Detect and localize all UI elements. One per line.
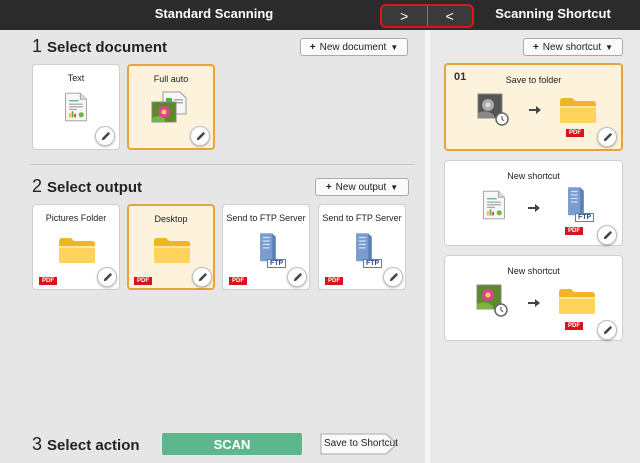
- shortcut-label: New shortcut: [507, 171, 560, 181]
- ftp-label: FTP: [363, 259, 383, 268]
- new-document-button[interactable]: + New document ▼: [300, 38, 408, 56]
- pdf-badge: PDF: [229, 277, 247, 285]
- arrow-right-icon: [527, 298, 541, 308]
- grayscale-photo-icon: [474, 91, 514, 127]
- edit-button[interactable]: [192, 267, 212, 287]
- new-shortcut-button[interactable]: + New shortcut ▼: [523, 38, 623, 56]
- edit-button[interactable]: [95, 126, 115, 146]
- card-label: Desktop: [154, 214, 188, 224]
- select-output-heading: 2 Select output: [32, 176, 142, 197]
- pencil-icon: [388, 272, 399, 283]
- plus-icon: +: [309, 41, 316, 53]
- select-action-heading: 3 Select action: [32, 434, 140, 455]
- folder-icon: [152, 235, 192, 265]
- app-header: Standard Scanning > < Scanning Shortcut: [0, 0, 640, 30]
- edit-button[interactable]: [287, 267, 307, 287]
- output-card-desktop[interactable]: Desktop PDF: [127, 204, 215, 290]
- new-output-label: New output: [335, 181, 387, 193]
- shortcut-card[interactable]: New shortcut PDF: [444, 255, 623, 341]
- scan-button[interactable]: SCAN: [162, 433, 302, 455]
- pencil-icon: [602, 132, 613, 143]
- folder-icon: [558, 95, 598, 125]
- edit-button[interactable]: [597, 320, 617, 340]
- save-to-shortcut-label: Save to Shortcut: [324, 438, 398, 449]
- save-to-shortcut-button[interactable]: Save to Shortcut: [320, 433, 398, 455]
- pdf-badge: PDF: [39, 277, 57, 285]
- step-number: 1: [32, 36, 43, 56]
- card-label: Text: [67, 73, 85, 83]
- panel-toggle-group: > <: [380, 4, 474, 28]
- output-card-pictures-folder[interactable]: Pictures Folder PDF: [32, 204, 120, 290]
- nav-prev-button[interactable]: <: [426, 6, 473, 26]
- document-icon: [63, 91, 89, 123]
- shortcut-label: New shortcut: [507, 266, 560, 276]
- plus-icon: +: [532, 41, 539, 53]
- folder-icon: [57, 235, 97, 265]
- new-output-button[interactable]: + New output ▼: [315, 178, 409, 196]
- card-label: Send to FTP Server: [226, 213, 306, 223]
- pencil-icon: [100, 131, 111, 142]
- arrow-right-icon: [527, 203, 541, 213]
- step-title: Select output: [47, 179, 143, 196]
- card-label: Send to FTP Server: [322, 213, 402, 223]
- pdf-badge: PDF: [565, 227, 583, 235]
- edit-button[interactable]: [383, 267, 403, 287]
- color-photo-icon: [473, 282, 513, 318]
- photo-document-icon: [149, 90, 189, 126]
- nav-next-button[interactable]: >: [382, 6, 427, 26]
- folder-icon: [557, 286, 597, 316]
- step-number: 2: [32, 176, 43, 196]
- document-card-text[interactable]: Text: [32, 64, 120, 150]
- plus-icon: +: [325, 181, 332, 193]
- edit-button[interactable]: [597, 225, 617, 245]
- shortcut-label: Save to folder: [505, 75, 562, 85]
- step-title: Select action: [47, 437, 140, 454]
- pdf-badge: PDF: [134, 277, 152, 285]
- card-label: Full auto: [153, 74, 189, 84]
- pencil-icon: [195, 131, 206, 142]
- step-number: 3: [32, 434, 43, 454]
- ftp-label: FTP: [267, 259, 287, 268]
- pencil-icon: [602, 325, 613, 336]
- output-card-ftp-server[interactable]: Send to FTP Server FTP PDF: [318, 204, 406, 290]
- pencil-icon: [602, 230, 613, 241]
- pencil-icon: [197, 272, 208, 283]
- document-icon: [481, 189, 507, 221]
- arrow-right-icon: [528, 105, 542, 115]
- section-divider: [30, 164, 415, 165]
- pdf-badge: PDF: [566, 129, 584, 137]
- pencil-icon: [102, 272, 113, 283]
- pdf-badge: PDF: [565, 322, 583, 330]
- pdf-badge: PDF: [325, 277, 343, 285]
- new-shortcut-label: New shortcut: [542, 41, 602, 53]
- edit-button[interactable]: [190, 126, 210, 146]
- document-card-full-auto[interactable]: Full auto: [127, 64, 215, 150]
- new-document-label: New document: [319, 41, 387, 53]
- scanning-shortcut-title: Scanning Shortcut: [495, 6, 611, 21]
- standard-scanning-title: Standard Scanning: [154, 6, 274, 21]
- output-card-ftp-server[interactable]: Send to FTP Server FTP PDF: [222, 204, 310, 290]
- pencil-icon: [292, 272, 303, 283]
- select-document-heading: 1 Select document: [32, 36, 167, 57]
- shortcut-card-save-to-folder[interactable]: 01 Save to folder PDF: [444, 63, 623, 151]
- step-title: Select document: [47, 39, 168, 56]
- ftp-label: FTP: [575, 213, 595, 222]
- caret-down-icon: ▼: [390, 42, 399, 52]
- caret-down-icon: ▼: [605, 42, 614, 52]
- shortcut-card[interactable]: New shortcut FTP PDF: [444, 160, 623, 246]
- card-label: Pictures Folder: [45, 213, 107, 223]
- edit-button[interactable]: [97, 267, 117, 287]
- edit-button[interactable]: [597, 127, 617, 147]
- caret-down-icon: ▼: [390, 182, 399, 192]
